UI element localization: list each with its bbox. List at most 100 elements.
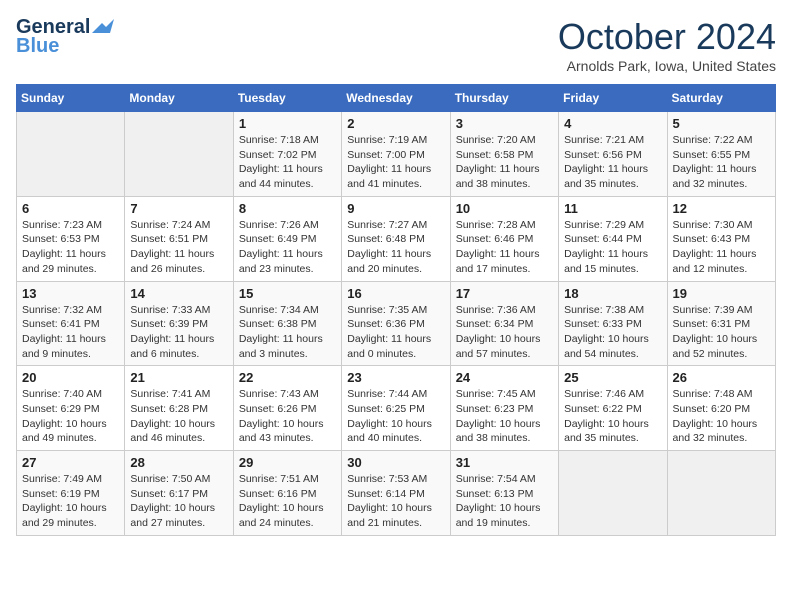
calendar-cell: 4 Sunrise: 7:21 AMSunset: 6:56 PMDaylight… <box>559 112 667 197</box>
day-number: 1 <box>239 116 336 131</box>
day-info: Sunrise: 7:51 AMSunset: 6:16 PMDaylight:… <box>239 472 336 531</box>
weekday-header: Sunday <box>17 85 125 112</box>
logo: General Blue <box>16 16 114 58</box>
weekday-header: Saturday <box>667 85 775 112</box>
calendar-cell: 29Sunrise: 7:51 AMSunset: 6:16 PMDayligh… <box>233 451 341 536</box>
day-info: Sunrise: 7:23 AMSunset: 6:53 PMDaylight:… <box>22 218 119 277</box>
calendar-cell: 16 Sunrise: 7:35 AMSunset: 6:36 PMDayligh… <box>342 281 450 366</box>
day-info: Sunrise: 7:53 AMSunset: 6:14 PMDaylight:… <box>347 472 444 531</box>
calendar-cell <box>17 112 125 197</box>
day-info: Sunrise: 7:48 AMSunset: 6:20 PMDaylight:… <box>673 387 770 446</box>
calendar-cell: 23 Sunrise: 7:44 AMSunset: 6:25 PMDayligh… <box>342 366 450 451</box>
day-number: 11 <box>564 201 661 216</box>
day-info: Sunrise: 7:46 AMSunset: 6:22 PMDaylight:… <box>564 387 661 446</box>
day-info: Sunrise: 7:27 AMSunset: 6:48 PMDaylight:… <box>347 218 444 277</box>
day-info: Sunrise: 7:36 AMSunset: 6:34 PMDaylight:… <box>456 303 553 362</box>
calendar-cell: 17 Sunrise: 7:36 AMSunset: 6:34 PMDayligh… <box>450 281 558 366</box>
day-number: 4 <box>564 116 661 131</box>
calendar-cell: 7 Sunrise: 7:24 AMSunset: 6:51 PMDaylight… <box>125 196 233 281</box>
calendar-cell: 15 Sunrise: 7:34 AMSunset: 6:38 PMDayligh… <box>233 281 341 366</box>
day-number: 6 <box>22 201 119 216</box>
calendar-cell: 5Sunrise: 7:22 AMSunset: 6:55 PMDaylight… <box>667 112 775 197</box>
day-info: Sunrise: 7:29 AMSunset: 6:44 PMDaylight:… <box>564 218 661 277</box>
page-header: General Blue October 2024 Arnolds Park, … <box>16 16 776 74</box>
day-number: 15 <box>239 286 336 301</box>
day-info: Sunrise: 7:54 AMSunset: 6:13 PMDaylight:… <box>456 472 553 531</box>
day-info: Sunrise: 7:45 AMSunset: 6:23 PMDaylight:… <box>456 387 553 446</box>
day-number: 8 <box>239 201 336 216</box>
day-number: 2 <box>347 116 444 131</box>
calendar-table: SundayMondayTuesdayWednesdayThursdayFrid… <box>16 84 776 536</box>
month-title: October 2024 <box>558 16 776 58</box>
calendar-cell: 30 Sunrise: 7:53 AMSunset: 6:14 PMDayligh… <box>342 451 450 536</box>
day-info: Sunrise: 7:24 AMSunset: 6:51 PMDaylight:… <box>130 218 227 277</box>
title-block: October 2024 Arnolds Park, Iowa, United … <box>558 16 776 74</box>
day-info: Sunrise: 7:34 AMSunset: 6:38 PMDaylight:… <box>239 303 336 362</box>
day-info: Sunrise: 7:30 AMSunset: 6:43 PMDaylight:… <box>673 218 770 277</box>
calendar-cell: 26Sunrise: 7:48 AMSunset: 6:20 PMDayligh… <box>667 366 775 451</box>
day-number: 16 <box>347 286 444 301</box>
calendar-week-row: 20 Sunrise: 7:40 AMSunset: 6:29 PMDayligh… <box>17 366 776 451</box>
day-info: Sunrise: 7:26 AMSunset: 6:49 PMDaylight:… <box>239 218 336 277</box>
day-number: 14 <box>130 286 227 301</box>
day-number: 12 <box>673 201 770 216</box>
day-info: Sunrise: 7:41 AMSunset: 6:28 PMDaylight:… <box>130 387 227 446</box>
weekday-header: Tuesday <box>233 85 341 112</box>
calendar-cell: 28 Sunrise: 7:50 AMSunset: 6:17 PMDayligh… <box>125 451 233 536</box>
day-info: Sunrise: 7:33 AMSunset: 6:39 PMDaylight:… <box>130 303 227 362</box>
day-info: Sunrise: 7:19 AMSunset: 7:00 PMDaylight:… <box>347 133 444 192</box>
logo-blue: Blue <box>16 35 59 58</box>
day-number: 22 <box>239 370 336 385</box>
day-number: 30 <box>347 455 444 470</box>
day-info: Sunrise: 7:49 AMSunset: 6:19 PMDaylight:… <box>22 472 119 531</box>
calendar-cell: 24 Sunrise: 7:45 AMSunset: 6:23 PMDayligh… <box>450 366 558 451</box>
weekday-header: Thursday <box>450 85 558 112</box>
day-number: 18 <box>564 286 661 301</box>
calendar-cell: 8 Sunrise: 7:26 AMSunset: 6:49 PMDaylight… <box>233 196 341 281</box>
subtitle: Arnolds Park, Iowa, United States <box>558 58 776 74</box>
day-number: 13 <box>22 286 119 301</box>
calendar-header-row: SundayMondayTuesdayWednesdayThursdayFrid… <box>17 85 776 112</box>
calendar-cell: 31Sunrise: 7:54 AMSunset: 6:13 PMDayligh… <box>450 451 558 536</box>
day-number: 3 <box>456 116 553 131</box>
day-info: Sunrise: 7:20 AMSunset: 6:58 PMDaylight:… <box>456 133 553 192</box>
logo-bird-icon <box>92 19 114 37</box>
day-info: Sunrise: 7:43 AMSunset: 6:26 PMDaylight:… <box>239 387 336 446</box>
day-info: Sunrise: 7:32 AMSunset: 6:41 PMDaylight:… <box>22 303 119 362</box>
day-info: Sunrise: 7:50 AMSunset: 6:17 PMDaylight:… <box>130 472 227 531</box>
calendar-cell: 18Sunrise: 7:38 AMSunset: 6:33 PMDayligh… <box>559 281 667 366</box>
calendar-cell: 22 Sunrise: 7:43 AMSunset: 6:26 PMDayligh… <box>233 366 341 451</box>
calendar-cell: 3 Sunrise: 7:20 AMSunset: 6:58 PMDaylight… <box>450 112 558 197</box>
day-number: 7 <box>130 201 227 216</box>
calendar-cell: 1 Sunrise: 7:18 AMSunset: 7:02 PMDaylight… <box>233 112 341 197</box>
day-info: Sunrise: 7:39 AMSunset: 6:31 PMDaylight:… <box>673 303 770 362</box>
calendar-cell: 6 Sunrise: 7:23 AMSunset: 6:53 PMDaylight… <box>17 196 125 281</box>
day-number: 27 <box>22 455 119 470</box>
day-info: Sunrise: 7:40 AMSunset: 6:29 PMDaylight:… <box>22 387 119 446</box>
calendar-cell: 20 Sunrise: 7:40 AMSunset: 6:29 PMDayligh… <box>17 366 125 451</box>
day-number: 28 <box>130 455 227 470</box>
calendar-cell: 27 Sunrise: 7:49 AMSunset: 6:19 PMDayligh… <box>17 451 125 536</box>
day-info: Sunrise: 7:35 AMSunset: 6:36 PMDaylight:… <box>347 303 444 362</box>
day-info: Sunrise: 7:44 AMSunset: 6:25 PMDaylight:… <box>347 387 444 446</box>
day-number: 24 <box>456 370 553 385</box>
day-number: 19 <box>673 286 770 301</box>
day-info: Sunrise: 7:18 AMSunset: 7:02 PMDaylight:… <box>239 133 336 192</box>
day-number: 17 <box>456 286 553 301</box>
calendar-cell: 2 Sunrise: 7:19 AMSunset: 7:00 PMDaylight… <box>342 112 450 197</box>
calendar-cell: 14 Sunrise: 7:33 AMSunset: 6:39 PMDayligh… <box>125 281 233 366</box>
day-number: 10 <box>456 201 553 216</box>
day-number: 21 <box>130 370 227 385</box>
calendar-cell: 12 Sunrise: 7:30 AMSunset: 6:43 PMDayligh… <box>667 196 775 281</box>
calendar-cell: 19 Sunrise: 7:39 AMSunset: 6:31 PMDayligh… <box>667 281 775 366</box>
calendar-cell <box>667 451 775 536</box>
day-number: 9 <box>347 201 444 216</box>
day-number: 20 <box>22 370 119 385</box>
calendar-body: 1 Sunrise: 7:18 AMSunset: 7:02 PMDaylight… <box>17 112 776 536</box>
day-number: 23 <box>347 370 444 385</box>
day-info: Sunrise: 7:21 AMSunset: 6:56 PMDaylight:… <box>564 133 661 192</box>
calendar-week-row: 13 Sunrise: 7:32 AMSunset: 6:41 PMDayligh… <box>17 281 776 366</box>
calendar-cell: 21 Sunrise: 7:41 AMSunset: 6:28 PMDayligh… <box>125 366 233 451</box>
calendar-cell: 11 Sunrise: 7:29 AMSunset: 6:44 PMDayligh… <box>559 196 667 281</box>
day-info: Sunrise: 7:22 AMSunset: 6:55 PMDaylight:… <box>673 133 770 192</box>
